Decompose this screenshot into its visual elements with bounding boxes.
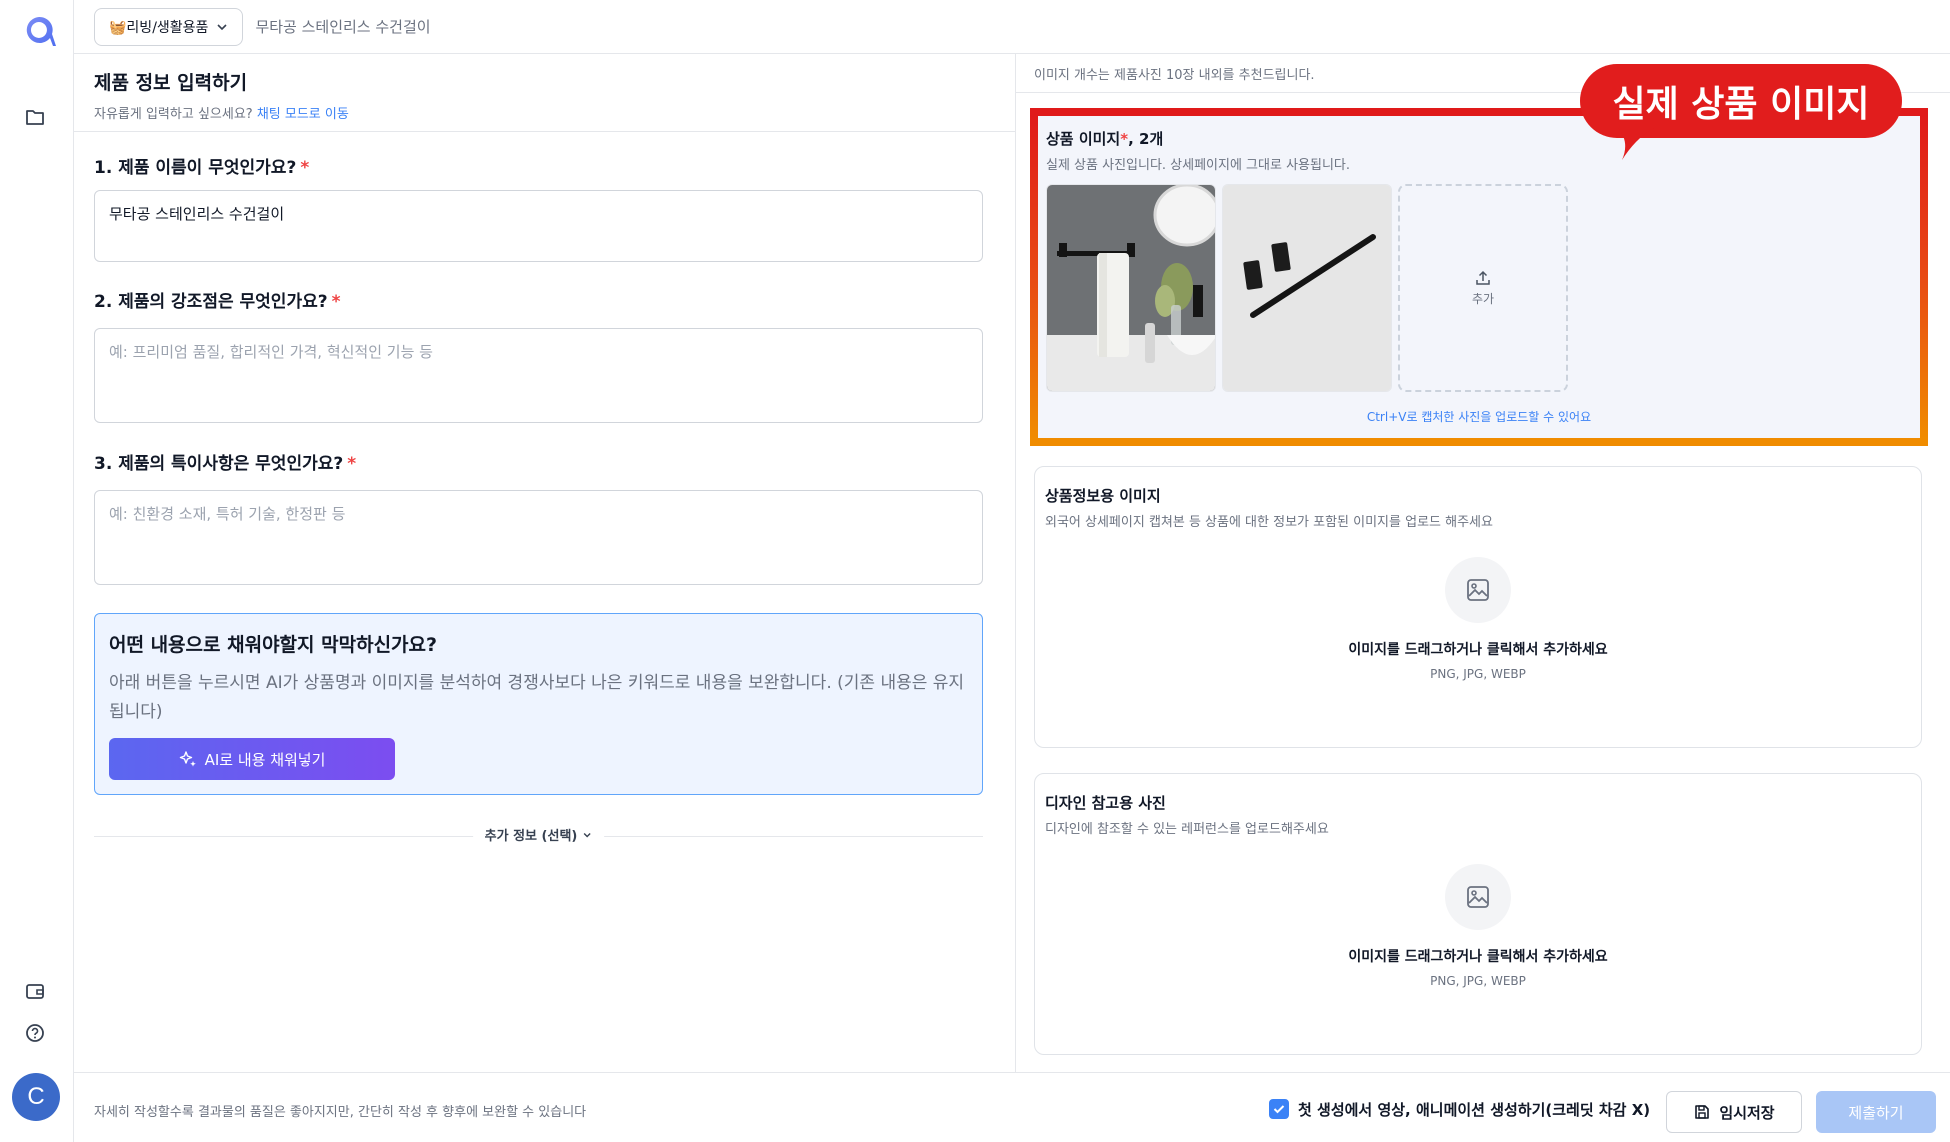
- image-icon: [1445, 557, 1511, 623]
- help-icon[interactable]: [24, 1022, 46, 1044]
- product-image-thumb[interactable]: [1046, 184, 1216, 392]
- save-icon: [1695, 1105, 1710, 1119]
- user-avatar[interactable]: C: [12, 1073, 60, 1121]
- question-text: 1. 제품 이름이 무엇인가요?: [94, 158, 297, 178]
- question-1-label: 1. 제품 이름이 무엇인가요? *: [94, 153, 309, 178]
- breadcrumb: 무타공 스테인리스 수건걸이: [255, 18, 431, 36]
- panel-title: 디자인 참고용 사진: [1045, 794, 1166, 812]
- required-mark: *: [331, 292, 341, 312]
- form-subtitle: 자유롭게 입력하고 싶으세요? 채팅 모드로 이동: [94, 103, 995, 122]
- question-3-label: 3. 제품의 특이사항은 무엇인가요? *: [94, 449, 356, 474]
- top-bar: 🧺리빙/생활용품 무타공 스테인리스 수건걸이: [74, 0, 1950, 54]
- category-dropdown[interactable]: 🧺리빙/생활용품: [94, 7, 244, 46]
- chat-mode-link[interactable]: 채팅 모드로 이동: [257, 107, 349, 122]
- special-notes-input[interactable]: 예: 친환경 소재, 특허 기술, 한정판 등: [94, 490, 983, 585]
- required-mark: *: [347, 454, 357, 474]
- product-form-pane: 제품 정보 입력하기 자유롭게 입력하고 싶으세요? 채팅 모드로 이동 1. …: [74, 54, 1016, 1072]
- draft-save-label: 임시저장: [1719, 1103, 1775, 1122]
- chevron-down-icon: [217, 23, 228, 30]
- ai-box-text: 아래 버튼을 누르시면 AI가 상품명과 이미지를 분석하여 경쟁사보다 나은 …: [109, 673, 965, 722]
- image-count: , 2개: [1128, 130, 1164, 148]
- video-generation-label[interactable]: 첫 생성에서 영상, 애니메이션 생성하기(크레딧 차감 X): [1298, 1099, 1650, 1120]
- image-count-note: 이미지 개수는 제품사진 10장 내외를 추천드립니다.: [1034, 68, 1315, 83]
- chevron-down-icon: [583, 832, 591, 837]
- question-text: 2. 제품의 강조점은 무엇인가요?: [94, 292, 328, 312]
- checkmark-icon: [1273, 1105, 1285, 1114]
- more-info-text: 추가 정보 (선택): [484, 829, 578, 844]
- category-label: 🧺리빙/생활용품: [109, 19, 209, 36]
- panel-subtitle: 외국어 상세페이지 캡쳐본 등 상품에 대한 정보가 포함된 이미지를 업로드 …: [1045, 515, 1493, 530]
- footer-message: 자세히 작성할수록 결과물의 품질은 좋아지지만, 간단히 작성 후 향후에 보…: [94, 1105, 587, 1120]
- product-name-input[interactable]: 무타공 스테인리스 수건걸이: [94, 190, 983, 262]
- page-title: 제품 정보 입력하기: [94, 72, 248, 94]
- panel-title-text: 상품 이미지: [1046, 130, 1121, 148]
- draft-save-button[interactable]: 임시저장: [1666, 1091, 1802, 1133]
- sparkle-icon: [179, 751, 196, 767]
- subtitle-text: 자유롭게 입력하고 싶으세요?: [94, 107, 253, 122]
- product-images-subtitle: 실제 상품 사진입니다. 상세페이지에 그대로 사용됩니다.: [1046, 158, 1351, 173]
- callout-bubble: 실제 상품 이미지: [1580, 64, 1902, 138]
- format-label: PNG, JPG, WEBP: [1430, 974, 1526, 988]
- format-label: PNG, JPG, WEBP: [1430, 667, 1526, 681]
- panel-subtitle: 디자인에 참조할 수 있는 레퍼런스를 업로드해주세요: [1045, 822, 1329, 837]
- product-image-thumb[interactable]: [1222, 184, 1392, 392]
- highlights-input[interactable]: 예: 프리미엄 품질, 합리적인 가격, 혁신적인 기능 등: [94, 328, 983, 423]
- paste-hint: Ctrl+V로 캡처한 사진을 업로드할 수 있어요: [1366, 410, 1592, 424]
- product-images-panel: 상품 이미지*, 2개 실제 상품 사진입니다. 상세페이지에 그대로 사용됩니…: [1038, 116, 1920, 438]
- image-icon: [1445, 864, 1511, 930]
- video-generation-checkbox[interactable]: [1269, 1099, 1289, 1119]
- more-info-toggle[interactable]: 추가 정보 (선택): [94, 825, 983, 847]
- app-logo-icon[interactable]: [22, 12, 56, 50]
- required-mark: *: [1120, 130, 1129, 148]
- question-2-label: 2. 제품의 강조점은 무엇인가요? *: [94, 287, 340, 312]
- form-header: 제품 정보 입력하기 자유롭게 입력하고 싶으세요? 채팅 모드로 이동: [74, 54, 1015, 132]
- wallet-icon[interactable]: [24, 980, 46, 1002]
- ai-fill-button-label: AI로 내용 채워넣기: [204, 750, 326, 769]
- more-info-label[interactable]: 추가 정보 (선택): [472, 825, 605, 844]
- add-image-label: 추가: [1471, 291, 1495, 306]
- product-images-title: 상품 이미지*, 2개: [1046, 128, 1163, 149]
- drop-label: 이미지를 드래그하거나 클릭해서 추가하세요: [1348, 642, 1608, 658]
- bottom-bar: 자세히 작성할수록 결과물의 품질은 좋아지지만, 간단히 작성 후 향후에 보…: [74, 1072, 1950, 1142]
- callout-tail: [1618, 128, 1654, 160]
- drop-label: 이미지를 드래그하거나 클릭해서 추가하세요: [1348, 949, 1608, 965]
- design-images-panel[interactable]: 디자인 참고용 사진 디자인에 참조할 수 있는 레퍼런스를 업로드해주세요 이…: [1034, 773, 1922, 1055]
- submit-button[interactable]: 제출하기: [1816, 1091, 1936, 1133]
- ai-assist-box: 어떤 내용으로 채워야할지 막막하신가요? 아래 버튼을 누르시면 AI가 상품…: [94, 613, 983, 795]
- ai-box-heading: 어떤 내용으로 채워야할지 막막하신가요?: [109, 634, 438, 656]
- ai-fill-button[interactable]: AI로 내용 채워넣기: [109, 738, 395, 780]
- panel-title: 상품정보용 이미지: [1045, 487, 1161, 505]
- question-text: 3. 제품의 특이사항은 무엇인가요?: [94, 454, 344, 474]
- side-rail: C: [0, 0, 74, 1142]
- add-image-button[interactable]: 추가: [1398, 184, 1568, 392]
- folder-icon[interactable]: [24, 106, 46, 128]
- required-mark: *: [300, 158, 310, 178]
- info-images-panel[interactable]: 상품정보용 이미지 외국어 상세페이지 캡쳐본 등 상품에 대한 정보가 포함된…: [1034, 466, 1922, 748]
- upload-icon: [1476, 270, 1490, 285]
